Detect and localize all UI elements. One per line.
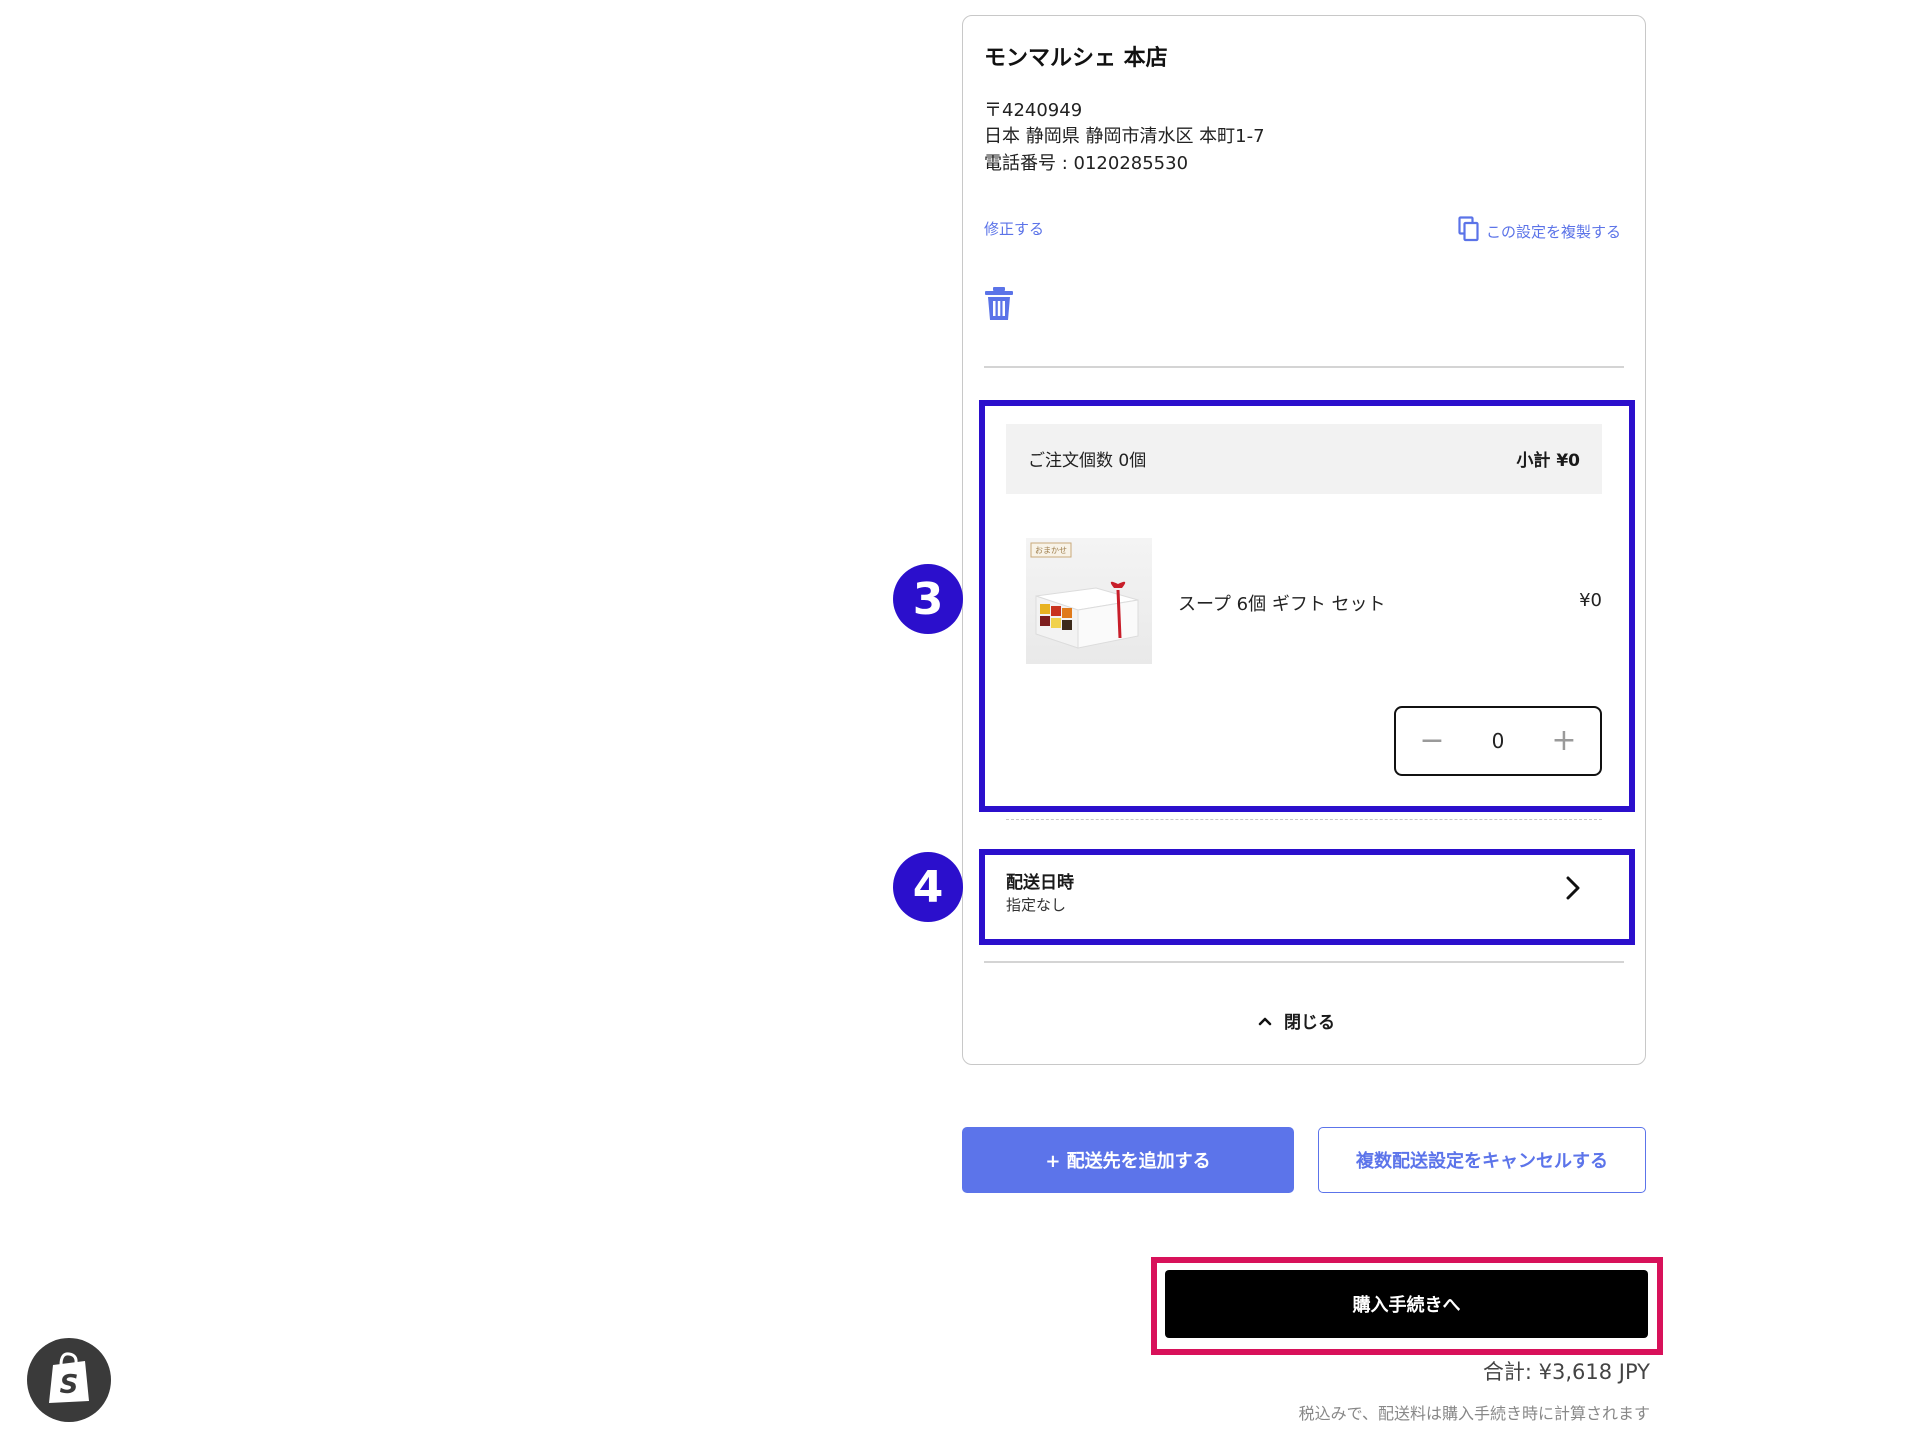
address-line: 日本 静岡県 静岡市清水区 本町1-7 — [984, 126, 1265, 147]
store-name: モンマルシェ 本店 — [984, 46, 1168, 71]
cancel-multi-shipping-button[interactable]: 複数配送設定をキャンセルする — [1318, 1127, 1646, 1193]
tax-note: 税込みで、配送料は購入手続き時に計算されます — [1298, 1404, 1650, 1423]
trash-icon — [984, 287, 1014, 326]
chevron-up-icon — [1258, 1011, 1272, 1031]
order-total: 合計: ¥3,618 JPY — [1482, 1360, 1650, 1384]
duplicate-setting-link[interactable]: この設定を複製する — [1458, 216, 1621, 246]
checkout-button[interactable]: 購入手続きへ — [1165, 1270, 1648, 1338]
edit-link[interactable]: 修正する — [984, 218, 1044, 239]
close-label: 閉じる — [1284, 1013, 1335, 1033]
close-toggle[interactable]: 閉じる — [1258, 1008, 1335, 1033]
divider — [984, 961, 1624, 963]
shopify-chat-button[interactable]: S — [27, 1338, 111, 1422]
dashed-divider — [1006, 819, 1602, 820]
divider — [984, 366, 1624, 368]
add-destination-button[interactable]: + 配送先を追加する — [962, 1127, 1294, 1193]
svg-text:S: S — [60, 1370, 79, 1400]
delete-button[interactable] — [984, 286, 1014, 326]
postal-code: 〒4240949 — [984, 100, 1083, 121]
copy-icon — [1458, 216, 1480, 246]
duplicate-setting-label: この設定を複製する — [1486, 222, 1622, 241]
step-badge-3: 3 — [893, 564, 963, 634]
highlight-order-section — [979, 400, 1635, 812]
shopify-bag-icon: S — [45, 1351, 93, 1409]
highlight-delivery-section — [979, 849, 1635, 945]
step-badge-4: 4 — [893, 852, 963, 922]
phone-number: 電話番号 : 0120285530 — [984, 153, 1189, 174]
